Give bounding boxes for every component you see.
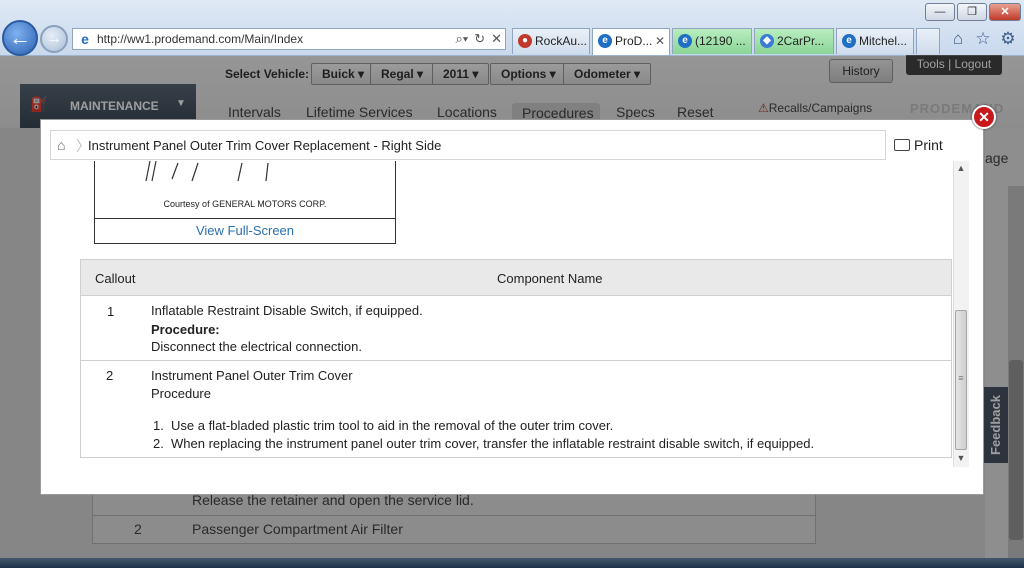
forward-arrow-icon[interactable]: → xyxy=(40,25,68,53)
row-component-name: Instrument Panel Outer Trim Cover xyxy=(151,368,353,383)
row-procedure-text: Disconnect the electrical connection. xyxy=(151,339,363,354)
print-button[interactable]: Print xyxy=(914,137,943,153)
address-bar[interactable]: e http://ww1.prodemand.com/Main/Index ⌕▾… xyxy=(72,28,506,50)
tab-rockauto[interactable]: ● RockAu... xyxy=(512,28,590,54)
step-text: Use a flat-bladed plastic trim tool to a… xyxy=(171,418,614,433)
scroll-down-arrow-icon[interactable]: ▼ xyxy=(953,453,969,463)
stop-icon[interactable]: ✕ xyxy=(491,31,502,47)
modal-close-button[interactable]: ✕ xyxy=(972,105,996,129)
tab-label: Mitchel... xyxy=(859,34,908,48)
tab-2carpros[interactable]: ◆ 2CarPr... xyxy=(754,28,834,54)
search-icon[interactable]: ⌕▾ xyxy=(455,31,468,47)
rockauto-icon: ● xyxy=(518,34,532,48)
address-url[interactable]: http://ww1.prodemand.com/Main/Index xyxy=(97,32,452,46)
figure-illustration xyxy=(145,161,269,182)
figure-caption: Courtesy of GENERAL MOTORS CORP. xyxy=(163,199,327,209)
ie-page-icon: e xyxy=(678,34,692,48)
favorites-star-icon[interactable]: ☆ xyxy=(973,29,993,49)
step-text: When replacing the instrument panel oute… xyxy=(171,436,815,451)
printer-icon[interactable] xyxy=(894,139,910,151)
tab-label: 2CarPr... xyxy=(777,34,825,48)
tab-mitchell[interactable]: e Mitchel... xyxy=(836,28,914,54)
tab-label: ProD... xyxy=(615,34,653,48)
row-procedure-label: Procedure xyxy=(151,386,211,401)
gear-icon[interactable]: ⚙ xyxy=(998,29,1018,49)
new-tab-button[interactable] xyxy=(916,28,940,54)
tab-prodemand[interactable]: e ProD... ✕ xyxy=(592,28,670,55)
minimize-button[interactable]: — xyxy=(925,3,955,21)
row-callout: 2 xyxy=(106,368,114,383)
scrollbar-grip-icon: ≡ xyxy=(958,373,964,383)
row-callout: 1 xyxy=(107,304,115,319)
ie-page-icon: e xyxy=(598,34,612,48)
maximize-button[interactable]: ❐ xyxy=(957,3,987,21)
home-icon[interactable]: ⌂ xyxy=(948,29,968,49)
back-arrow-icon[interactable]: ← xyxy=(2,20,38,56)
step-number: 1. xyxy=(153,418,164,433)
scroll-up-arrow-icon[interactable]: ▲ xyxy=(953,163,969,173)
ie-page-icon: e xyxy=(81,31,89,47)
page-title: Instrument Panel Outer Trim Cover Replac… xyxy=(88,138,442,153)
row-procedure-label: Procedure: xyxy=(151,322,220,337)
ie-page-icon: e xyxy=(842,34,856,48)
column-header-component-name: Component Name xyxy=(497,271,603,286)
tab-12190[interactable]: e (12190 ... xyxy=(672,28,752,54)
window-close-button[interactable]: ✕ xyxy=(989,3,1021,21)
tab-label: (12190 ... xyxy=(695,34,746,48)
refresh-icon[interactable]: ↻ xyxy=(474,31,485,47)
tab-close-icon[interactable]: ✕ xyxy=(655,29,665,53)
home-icon[interactable]: ⌂ xyxy=(57,137,65,153)
row-component-name: Inflatable Restraint Disable Switch, if … xyxy=(151,303,423,318)
step-number: 2. xyxy=(153,436,164,451)
view-full-screen-link[interactable]: View Full-Screen xyxy=(94,219,396,244)
table-row-divider xyxy=(81,360,951,361)
column-header-callout: Callout xyxy=(95,271,136,286)
tab-label: RockAu... xyxy=(535,34,588,48)
forum-icon: ◆ xyxy=(760,34,774,48)
